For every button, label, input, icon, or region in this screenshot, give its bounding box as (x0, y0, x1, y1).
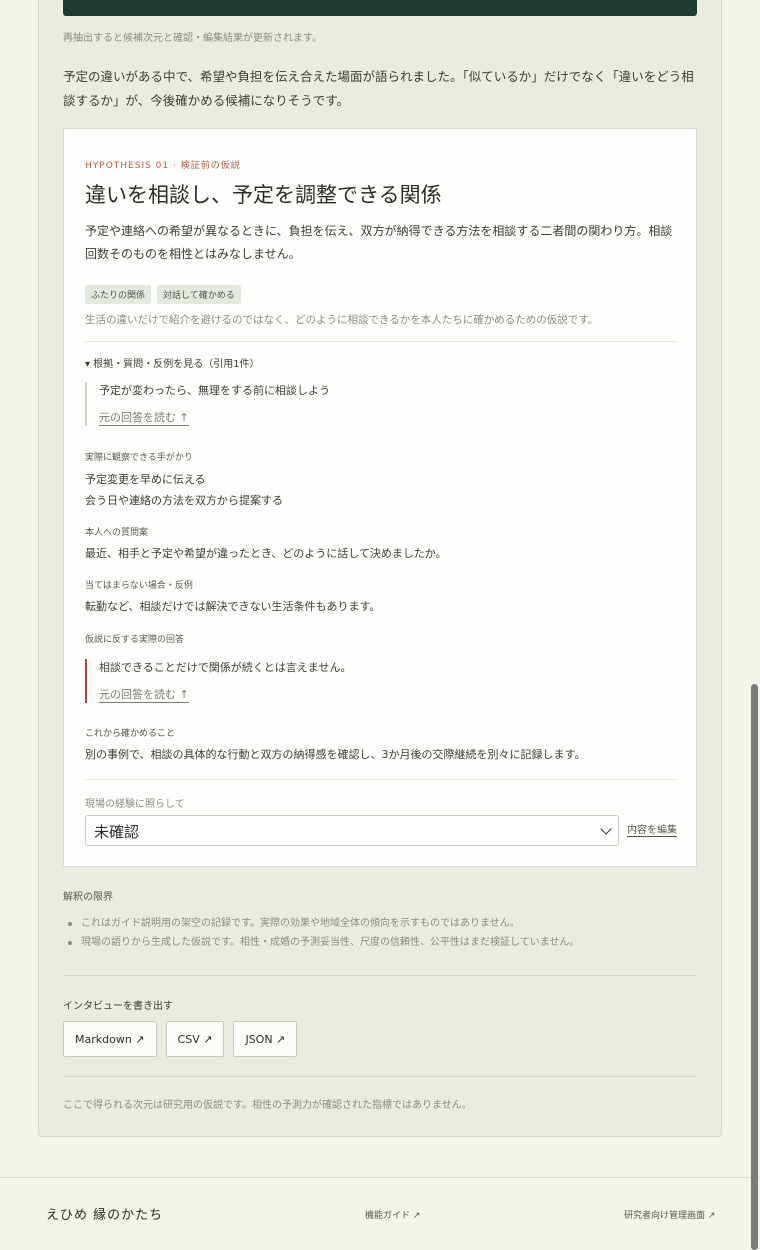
hypothesis-description: 予定や連絡への希望が異なるときに、負担を伝え、双方が納得できる方法を相談する二者… (85, 224, 673, 261)
assessment-value: 未確認 (94, 823, 140, 841)
list-item: 会う日や連絡の方法を双方から提案する (85, 494, 283, 507)
list-item: 予定変更を早めに伝える (85, 473, 206, 486)
counter-text: 転勤など、相談だけでは解決できない生活条件もあります。 (85, 600, 381, 613)
tag: ふたりの関係 (85, 285, 152, 304)
list-item: 現場の語りから生成した仮説です。相性・成婚の予測妥当性、尺度の信頼性、公平性はま… (63, 933, 579, 952)
limits-title: 解釈の限界 (63, 892, 113, 903)
counter-label: 当てはまらない場合・反例 (85, 581, 193, 591)
assess-label: 現場の経験に照らして (85, 799, 185, 810)
contrary-quote: 相談できることだけで関係が続くとは言えません。 元の回答を読む ↑ (85, 659, 665, 703)
footer-brand: えひめ 縁のかたち (46, 1208, 164, 1223)
contrary-quote-text: 相談できることだけで関係が続くとは言えません。 (99, 661, 352, 674)
scrollbar[interactable] (751, 684, 758, 1250)
export-csv-button[interactable]: CSV ↗ (165, 1021, 225, 1057)
edit-content-link[interactable]: 内容を編集 (627, 821, 677, 837)
rerun-button[interactable] (63, 0, 697, 16)
rerun-note: 再抽出すると候補次元と確認・編集結果が更新されます。 (63, 33, 322, 44)
observable-list: 予定変更を早めに伝える 会う日や連絡の方法を双方から提案する (85, 469, 283, 511)
details-toggle[interactable]: ▾ 根拠・質問・反例を見る（引用1件） (85, 355, 260, 370)
divider (85, 779, 677, 780)
evidence-quote: 予定が変わったら、無理をする前に相談しよう 元の回答を読む ↑ (85, 382, 665, 426)
question-text: 最近、相手と予定や希望が違ったとき、どのように話して決めましたか。 (85, 547, 447, 560)
assessment-select[interactable]: 未確認 (85, 815, 619, 846)
question-label: 本人への質問案 (85, 528, 149, 538)
contrary-label: 仮説に反する実際の回答 (85, 635, 185, 645)
next-label: これから確かめること (85, 729, 176, 739)
observable-label: 実際に観察できる手がかり (85, 453, 193, 463)
next-text: 別の事例で、相談の具体的な行動と双方の納得感を確認し、3か月後の交際継続を別々に… (85, 748, 586, 761)
list-item: これはガイド説明用の架空の記録です。実際の効果や地域全体の傾向を示すものではあり… (63, 914, 579, 933)
limits-list: これはガイド説明用の架空の記録です。実際の効果や地域全体の傾向を示すものではあり… (63, 914, 579, 952)
read-original-link[interactable]: 元の回答を読む ↑ (99, 688, 189, 703)
divider (63, 1076, 697, 1077)
interview-summary: 予定の違いがある中で、希望や負担を伝え合えた場面が語られました。「似ているか」だ… (63, 69, 694, 108)
read-original-link[interactable]: 元の回答を読む ↑ (99, 411, 189, 426)
feature-guide-link[interactable]: 機能ガイド ↗ (365, 1208, 420, 1221)
hypothesis-purpose: 生活の違いだけで紹介を避けるのではなく、どのように相談できるかを本人たちに確かめ… (85, 314, 599, 326)
tag-list: ふたりの関係 対話して確かめる (85, 285, 241, 304)
export-markdown-button[interactable]: Markdown ↗ (63, 1021, 157, 1057)
export-title: インタビューを書き出す (63, 1001, 173, 1012)
admin-link[interactable]: 研究者向け管理画面 ↗ (624, 1208, 715, 1221)
divider (85, 341, 677, 342)
chevron-down-icon (600, 823, 612, 835)
hypothesis-title: 違いを相談し、予定を調整できる関係 (85, 183, 442, 207)
hypothesis-card: HYPOTHESIS 01 · 検証前の仮説 違いを相談し、予定を調整できる関係… (63, 128, 697, 867)
export-buttons: Markdown ↗ CSV ↗ JSON ↗ (63, 1021, 298, 1057)
evidence-quote-text: 予定が変わったら、無理をする前に相談しよう (99, 384, 330, 397)
hypothesis-eyebrow: HYPOTHESIS 01 · 検証前の仮説 (85, 161, 241, 171)
divider (63, 975, 697, 976)
footer-divider (0, 1177, 760, 1178)
export-json-button[interactable]: JSON ↗ (233, 1021, 298, 1057)
tag: 対話して確かめる (157, 285, 241, 304)
disclaimer: ここで得られる次元は研究用の仮説です。相性の予測力が確認された指標ではありません… (63, 1100, 472, 1111)
